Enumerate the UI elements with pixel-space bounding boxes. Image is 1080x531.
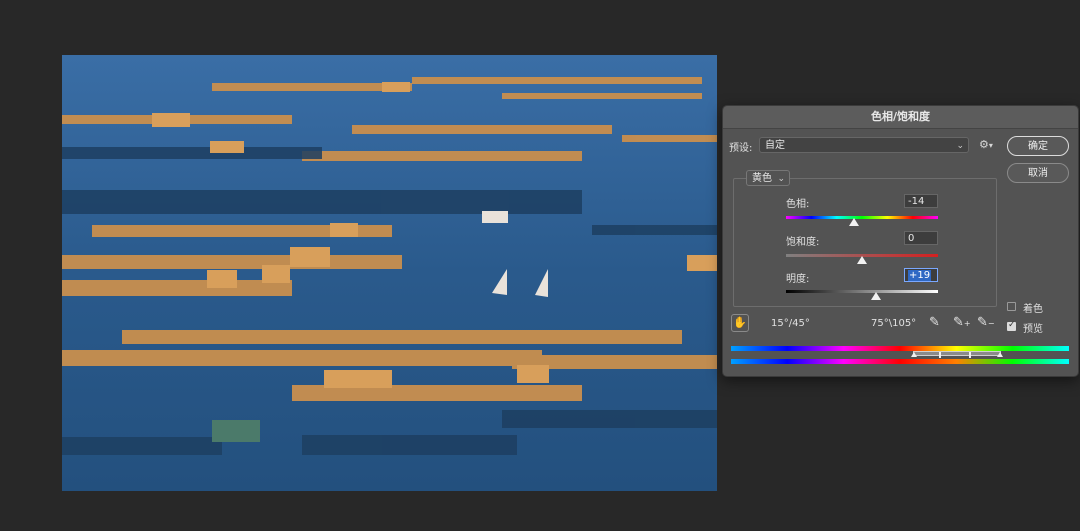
hue-input[interactable]: -14 <box>904 194 938 208</box>
channel-value: 黄色 <box>752 173 772 184</box>
preview-label: 预览 <box>1023 324 1043 335</box>
hand-icon[interactable]: ✋ <box>731 314 749 332</box>
preview-checkbox[interactable] <box>1007 320 1016 331</box>
hue-label: 色相: <box>786 199 810 210</box>
eyedropper-icon[interactable]: ✎ <box>929 315 940 330</box>
lightness-slider-track[interactable] <box>786 290 938 293</box>
photo-canvas <box>62 55 717 491</box>
dialog-title[interactable]: 色相/饱和度 <box>723 106 1078 129</box>
lightness-value: +19 <box>908 270 932 281</box>
range-left-readout: 15°/45° <box>771 318 810 329</box>
preset-label: 预设: <box>729 143 753 154</box>
saturation-value: 0 <box>908 233 915 244</box>
range-handle-right-inner[interactable] <box>969 352 971 358</box>
colorize-checkbox[interactable] <box>1007 302 1016 311</box>
adjustment-group: 黄色 ⌄ 色相: -14 饱和度: 0 明度: +19 <box>733 170 997 307</box>
source-color-bar <box>731 346 1069 351</box>
ok-button[interactable]: 确定 <box>1007 136 1069 156</box>
lightness-slider-thumb[interactable] <box>871 292 882 300</box>
saturation-label: 饱和度: <box>786 237 820 248</box>
hue-slider-thumb[interactable] <box>849 218 860 226</box>
colorize-label: 着色 <box>1023 304 1043 315</box>
range-handle-left-outer[interactable] <box>911 352 917 357</box>
cancel-button[interactable]: 取消 <box>1007 163 1069 183</box>
hue-slider-track[interactable] <box>786 216 938 219</box>
chevron-down-icon: ⌄ <box>956 141 964 151</box>
range-handle-left-inner[interactable] <box>939 352 941 358</box>
preset-dropdown[interactable]: 自定 ⌄ <box>759 137 969 153</box>
saturation-slider-thumb[interactable] <box>857 256 867 264</box>
lightness-label: 明度: <box>786 274 810 285</box>
photo-image <box>62 55 717 491</box>
range-selector[interactable] <box>913 351 1001 356</box>
chevron-down-icon: ⌄ <box>777 174 785 184</box>
range-handle-right-outer[interactable] <box>997 352 1003 357</box>
hue-value: -14 <box>908 196 925 207</box>
gear-icon[interactable]: ⚙▾ <box>979 138 993 151</box>
result-color-bar <box>731 359 1069 364</box>
range-right-readout: 75°\105° <box>871 318 917 329</box>
channel-dropdown[interactable]: 黄色 ⌄ <box>746 170 790 186</box>
hue-saturation-dialog: 色相/饱和度 预设: 自定 ⌄ ⚙▾ 确定 取消 黄色 ⌄ 色相: -14 饱和… <box>722 105 1079 377</box>
eyedropper-plus-icon[interactable]: ✎+ <box>953 315 971 330</box>
preset-value: 自定 <box>765 140 785 151</box>
saturation-input[interactable]: 0 <box>904 231 938 245</box>
lightness-input[interactable]: +19 <box>904 268 938 282</box>
eyedropper-minus-icon[interactable]: ✎− <box>977 315 995 330</box>
